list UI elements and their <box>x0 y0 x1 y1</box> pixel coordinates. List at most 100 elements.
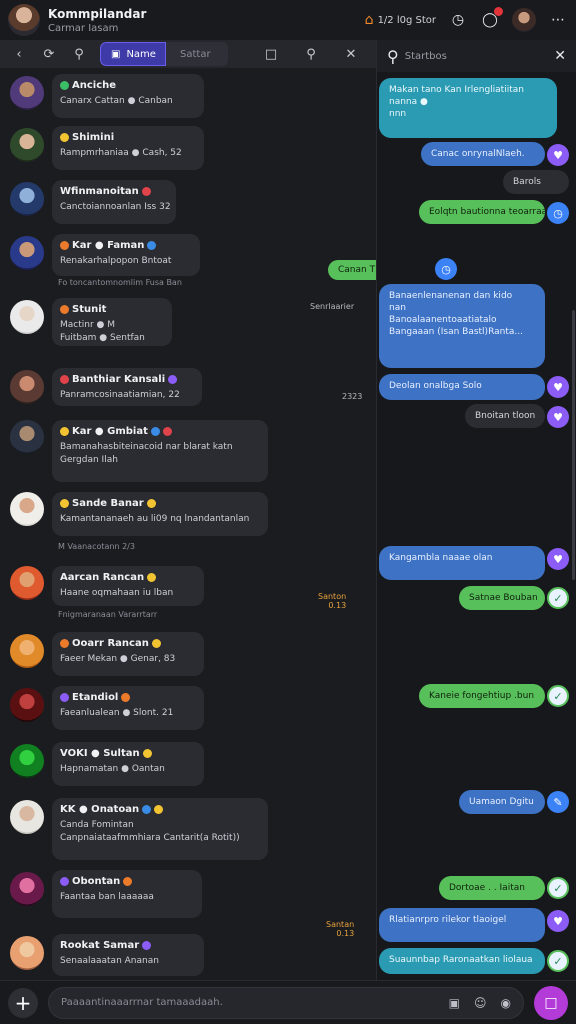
contact-name: Shimini <box>60 132 196 143</box>
scrollbar[interactable] <box>572 310 575 580</box>
contact-name: Ooarr Rancan <box>60 638 196 649</box>
contact-name: VOKI ● Sultan <box>60 748 196 759</box>
tab-name[interactable]: ▣ Name <box>100 42 166 66</box>
avatar <box>10 300 44 334</box>
tab-other-label: Sattar <box>180 48 211 60</box>
avatar <box>10 936 44 970</box>
notification-icon[interactable]: ◯ <box>480 7 503 30</box>
chat-bubble[interactable]: Deolan onalbga Solo <box>379 374 545 400</box>
avatar <box>10 492 44 526</box>
close-icon[interactable]: ✕ <box>338 43 364 65</box>
message-meta: Fo toncantomnomlim Fusa Ban <box>58 278 182 287</box>
emoji-icon <box>60 241 69 250</box>
chat-header-label: Startbos <box>404 50 447 62</box>
mic-icon[interactable]: ◉ <box>501 996 511 1010</box>
emoji-icon <box>147 241 157 250</box>
title-block: Kommpilandar Carmar Iasam <box>48 7 146 34</box>
chat-bubble[interactable]: Uamaon Dgitu <box>459 790 545 814</box>
check-icon: ✓ <box>547 877 569 899</box>
chat-bubble[interactable]: Rlatianrpro rilekor tlaoigel <box>379 908 545 942</box>
top-bar: Kommpilandar Carmar Iasam ⌂ 1/2 l0g Stor… <box>0 0 576 40</box>
emoji-icon <box>162 427 172 436</box>
chat-bubble[interactable]: Kaneie fongehtiup .bun <box>419 684 545 708</box>
purple-status-icon: ♥ <box>547 144 569 166</box>
list-card: Stunit Mactinr ● M Fuitbam ● Sentfan <box>52 298 172 346</box>
zoom-icon[interactable]: ⚲ <box>298 43 324 65</box>
user-avatar[interactable] <box>512 8 536 32</box>
clock-status-icon: ◷ <box>435 258 457 280</box>
emoji-icon <box>60 499 69 508</box>
chat-bubble[interactable]: Eolqtn bautionna teoarraa <box>419 200 545 224</box>
search-icon[interactable]: ⚲ <box>66 43 92 65</box>
input-icons: ▣ ☺ ◉ <box>449 996 511 1010</box>
message-preview-2: Gergdan Ilah <box>60 455 118 465</box>
check-icon: ✓ <box>547 587 569 609</box>
chat-panel: Makan tano Kan Irlengliatiitan nanna ● n… <box>376 72 576 980</box>
chat-bubble[interactable]: Suaunnbap Raronaatkan liolaua <box>379 948 545 974</box>
list-card: Anciche Canarx Cattan ● Canban <box>52 74 204 118</box>
attachment-icon[interactable]: ▣ <box>449 996 460 1010</box>
send-button[interactable]: □ <box>534 985 568 1020</box>
chat-bubble[interactable]: Makan tano Kan Irlengliatiitan nanna ● n… <box>379 78 557 138</box>
message-input[interactable]: Paaaantinaaarrnar tamaaadaah. ▣ ☺ ◉ <box>48 986 524 1019</box>
input-placeholder: Paaaantinaaarrnar tamaaadaah. <box>61 997 223 1008</box>
add-icon[interactable]: + <box>8 987 38 1018</box>
avatar <box>10 872 44 906</box>
chat-bubble[interactable]: Barols <box>503 170 569 194</box>
timestamp: Senrlaarier <box>310 302 355 311</box>
list-card: Etandiol Faeanlualean ● Slont. 21 <box>52 686 204 730</box>
tab-name-label: Name <box>126 48 156 60</box>
emoji-icon <box>121 693 131 702</box>
search-icon[interactable]: ⚲ <box>387 47 399 66</box>
emoji-icon <box>142 749 152 758</box>
chat-bubble[interactable]: Canac onrynalNlaeh. <box>421 142 545 166</box>
app-title: Kommpilandar <box>48 6 147 21</box>
profile-avatar[interactable] <box>8 4 40 36</box>
emoji-icon <box>146 499 156 508</box>
list-card: Ooarr Rancan Faeer Mekan ● Genar, 83 <box>52 632 204 676</box>
message-preview: Canda Fomintan <box>60 820 134 830</box>
chat-icon[interactable]: □ <box>258 43 284 65</box>
contact-name: Etandiol <box>60 692 196 703</box>
clock-icon[interactable]: ◷ <box>448 10 468 30</box>
chat-bubble[interactable]: Kangambla naaae olan <box>379 546 545 580</box>
avatar <box>10 420 44 454</box>
close-chat-icon[interactable]: ✕ <box>554 48 566 64</box>
app-subtitle: Carmar Iasam <box>48 22 119 34</box>
emoji-icon <box>141 187 151 196</box>
emoji-icon <box>60 427 69 436</box>
chat-bubble[interactable]: Banaenlenanenan dan kido nan Banoalaanen… <box>379 284 545 368</box>
message-preview: Canctoiannoanlan Iss 32 <box>60 202 171 212</box>
emoji-icon <box>142 941 152 950</box>
avatar <box>10 76 44 110</box>
avatar <box>10 688 44 722</box>
avatar <box>10 236 44 270</box>
timestamp: Santan 0.13 <box>326 920 355 938</box>
back-icon[interactable]: ‹ <box>6 43 32 65</box>
message-preview: Panramcosinaatiamian, 22 <box>60 390 180 400</box>
emoji-icon[interactable]: ☺ <box>474 996 487 1010</box>
contact-name: Aarcan Rancan <box>60 572 196 583</box>
emoji-icon <box>151 639 161 648</box>
message-meta: Fnigmaranaan Vararrtarr <box>58 610 158 619</box>
purple-status-icon: ♥ <box>547 548 569 570</box>
list-card: Rookat Samar Senaalaaatan Ananan <box>52 934 204 976</box>
contact-name: Kar ● Faman <box>60 240 192 251</box>
tab-other[interactable]: Sattar <box>166 42 228 66</box>
chat-header: ⚲ Startbos ✕ <box>376 40 576 72</box>
message-preview: Renakarhalpopon Bntoat <box>60 256 172 266</box>
chat-bubble[interactable]: Dortoae . . Iaitan <box>439 876 545 900</box>
chat-bubble[interactable]: Bnoitan tloon <box>465 404 545 428</box>
home-icon[interactable]: ⌂ <box>365 12 374 28</box>
more-icon[interactable]: ⋯ <box>548 10 568 30</box>
avatar <box>10 566 44 600</box>
message-preview: Rampmrhaniaa ● Cash, 52 <box>60 148 182 158</box>
emoji-icon <box>60 133 69 142</box>
contact-name: Stunit <box>60 304 164 315</box>
refresh-icon[interactable]: ⟳ <box>36 43 62 65</box>
toolbar-right: □ ⚲ ✕ <box>258 43 370 65</box>
avatar <box>10 634 44 668</box>
list-card: Shimini Rampmrhaniaa ● Cash, 52 <box>52 126 204 170</box>
message-preview: Senaalaaatan Ananan <box>60 956 159 966</box>
chat-bubble[interactable]: Satnae Bouban <box>459 586 545 610</box>
